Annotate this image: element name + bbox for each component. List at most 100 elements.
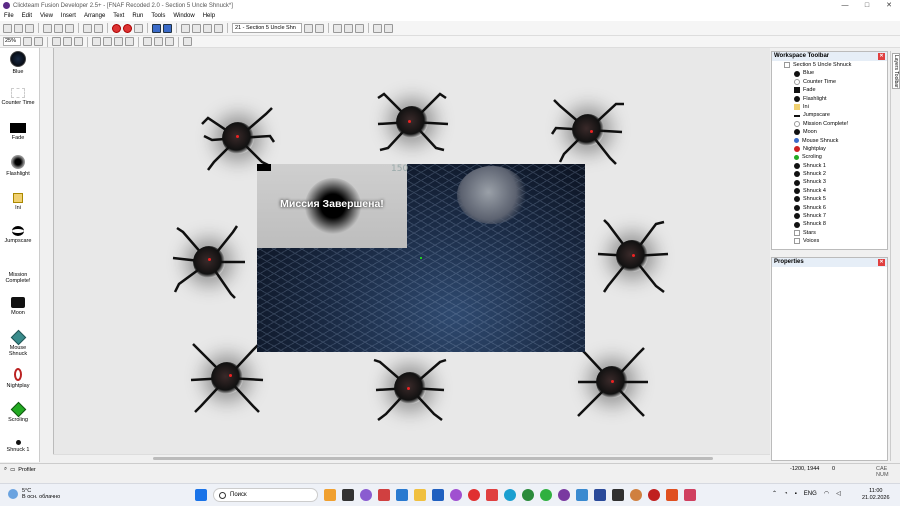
app-icon[interactable] <box>468 489 480 501</box>
menu-edit[interactable]: Edit <box>18 13 36 19</box>
flashlight-overlay[interactable]: Миссия Завершена! <box>257 164 407 248</box>
save-icon[interactable] <box>25 23 34 33</box>
close-icon[interactable]: ✕ <box>878 53 885 60</box>
object-item-shnuck-1[interactable]: Shnuck 1 <box>0 440 36 453</box>
frame-select[interactable]: 21 - Section 5 Uncle Shn <box>232 23 302 33</box>
tree-item[interactable]: Ini <box>794 103 887 111</box>
menu-window[interactable]: Window <box>169 13 198 19</box>
clock[interactable]: 11:00 21.02.2026 <box>862 488 890 502</box>
profiler-tab[interactable]: ⌕ ▭ Profiler <box>4 466 36 473</box>
app-icon[interactable] <box>432 489 444 501</box>
tree-item[interactable]: Shnuck 8 <box>794 220 887 228</box>
strikeout-icon[interactable] <box>125 37 134 46</box>
close-button[interactable]: ✕ <box>878 0 900 11</box>
chevron-up-icon[interactable]: ⌃ <box>772 490 777 497</box>
app-icon[interactable] <box>630 489 642 501</box>
search-box[interactable]: Поиск <box>213 488 318 502</box>
start-icon[interactable] <box>195 489 207 501</box>
tree-item[interactable]: Shnuck 1 <box>794 162 887 170</box>
object-item-blue[interactable]: Blue <box>0 51 36 75</box>
tree-item[interactable]: Shnuck 3 <box>794 178 887 186</box>
app-icon[interactable] <box>648 489 660 501</box>
edge-icon[interactable] <box>504 489 516 501</box>
tree-item[interactable]: Shnuck 7 <box>794 212 887 220</box>
tree-item[interactable]: Counter Time <box>794 78 887 86</box>
tree-item[interactable]: Shnuck 5 <box>794 195 887 203</box>
align-center-icon[interactable] <box>154 37 163 46</box>
zoom-in-icon[interactable] <box>23 37 32 46</box>
volume-icon[interactable]: ◁ <box>836 490 841 497</box>
paste-icon[interactable] <box>65 23 74 33</box>
tree-item[interactable]: Shnuck 6 <box>794 204 887 212</box>
tree-item[interactable]: Fade <box>794 86 887 94</box>
menu-run[interactable]: Run <box>128 13 147 19</box>
run-frame-icon[interactable] <box>123 23 132 33</box>
network-icon[interactable]: ◔ <box>784 491 788 497</box>
fade-object[interactable] <box>257 164 271 171</box>
file-explorer-icon[interactable] <box>414 489 426 501</box>
menu-help[interactable]: Help <box>199 13 219 19</box>
menu-tools[interactable]: Tools <box>147 13 169 19</box>
tree-item[interactable]: Voices <box>794 237 887 245</box>
storyboard-icon[interactable] <box>152 23 161 33</box>
event-list-icon[interactable] <box>192 23 201 33</box>
data-elements-icon[interactable] <box>203 23 212 33</box>
tree-root[interactable]: Section 5 Uncle Shnuck <box>784 61 887 69</box>
app-icon[interactable] <box>576 489 588 501</box>
tree-item[interactable]: Blue <box>794 69 887 77</box>
object-item-counter-time[interactable]: Counter Time <box>0 88 36 106</box>
prev-frame-icon[interactable] <box>304 23 313 33</box>
object-item-jumpscare[interactable]: Jumpscare <box>0 226 36 244</box>
maximize-button[interactable]: □ <box>856 0 878 11</box>
open-icon[interactable] <box>14 23 23 33</box>
tree-item[interactable]: Jumpscare <box>794 111 887 119</box>
app-icon[interactable] <box>450 489 462 501</box>
align-left-icon[interactable] <box>143 37 152 46</box>
zoom-out-icon[interactable] <box>34 37 43 46</box>
menu-file[interactable]: File <box>0 13 18 19</box>
tree-item[interactable]: Scroling <box>792 153 887 162</box>
text-box-icon[interactable] <box>183 37 192 46</box>
clickteam-icon[interactable] <box>558 489 570 501</box>
shnuck-spider[interactable] <box>594 218 670 294</box>
run-application-icon[interactable] <box>112 23 121 33</box>
window-icon[interactable] <box>373 23 382 33</box>
tree-item[interactable]: Stars <box>794 229 887 237</box>
app-icon[interactable] <box>612 489 624 501</box>
zoom-icon[interactable]: ⌕ <box>4 466 7 473</box>
object-list-scrollbar[interactable] <box>40 48 53 462</box>
stop-icon[interactable] <box>134 23 143 33</box>
tree-item[interactable]: Mission Complete! <box>794 120 887 128</box>
scroling-object[interactable] <box>420 257 422 259</box>
new-icon[interactable] <box>3 23 12 33</box>
menu-view[interactable]: View <box>36 13 57 19</box>
photoshop-icon[interactable] <box>594 489 606 501</box>
tree-item[interactable]: Shnuck 4 <box>794 187 887 195</box>
group-icon[interactable] <box>344 23 353 33</box>
frame-view-3-icon[interactable] <box>74 37 83 46</box>
align-right-icon[interactable] <box>165 37 174 46</box>
object-item-scroling[interactable]: Scroling <box>0 401 36 423</box>
frame-view-2-icon[interactable] <box>63 37 72 46</box>
shnuck-spider[interactable] <box>550 92 626 168</box>
app-icon[interactable] <box>360 489 372 501</box>
tray-app-icon[interactable]: ▪ <box>795 491 797 497</box>
layers-toolbar-tab[interactable]: Layers Toolbar <box>892 53 900 89</box>
grid-icon[interactable] <box>214 23 223 33</box>
object-item-mission-complete[interactable]: Mission Complete! <box>0 262 36 284</box>
app-icon[interactable] <box>666 489 678 501</box>
chrome-icon[interactable] <box>522 489 534 501</box>
close-icon[interactable]: ✕ <box>878 259 885 266</box>
menu-text[interactable]: Text <box>109 13 128 19</box>
widgets-icon[interactable] <box>324 489 336 501</box>
object-item-moon[interactable]: Moon <box>0 297 36 316</box>
whatsapp-icon[interactable] <box>540 489 552 501</box>
yandex-icon[interactable] <box>486 489 498 501</box>
app-icon[interactable] <box>396 489 408 501</box>
frame-editor-icon[interactable] <box>163 23 172 33</box>
tree-item[interactable]: Mouse Shnuck <box>792 137 887 145</box>
tree-item[interactable]: Shnuck 2 <box>794 170 887 178</box>
scroll-thumb[interactable] <box>153 457 713 460</box>
undo-icon[interactable] <box>83 23 92 33</box>
properties-icon[interactable] <box>384 23 393 33</box>
